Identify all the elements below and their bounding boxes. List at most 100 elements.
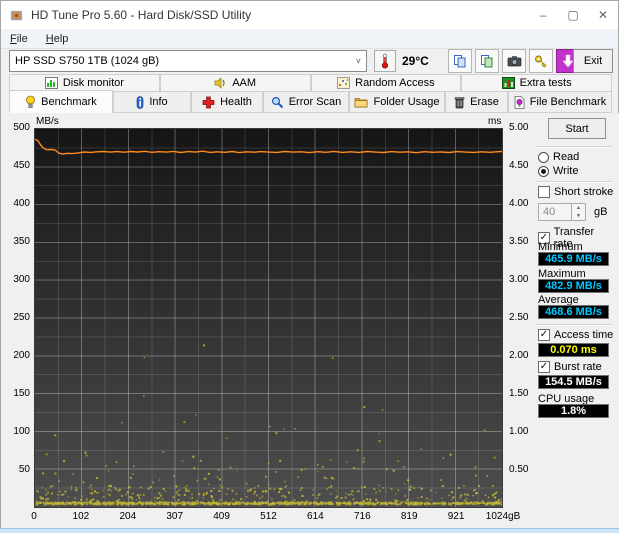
right-axis-tick: 1.50 [509,388,529,399]
tab-label: Extra tests [519,77,572,89]
benchmark-content: MB/s ms 500 450 400 350 300 250 200 150 100 50 5.… [1,113,619,529]
tab-random-access[interactable]: Random Access [310,74,462,91]
info-icon [136,95,144,109]
desktop-edge-strip [0,528,619,533]
drive-selector-dropdown[interactable]: HP SSD S750 1TB (1024 gB) ˅ [9,50,367,72]
x-axis-tick: 512 [260,511,277,522]
short-stroke-unit: gB [594,206,608,218]
x-axis-tick: 1024gB [485,511,521,522]
left-axis-tick: 150 [13,388,30,399]
window-title: HD Tune Pro 5.60 - Hard Disk/SSD Utility [31,8,252,22]
tab-file-benchmark[interactable]: File Benchmark [508,91,612,113]
tab-aam[interactable]: AAM [159,74,311,91]
tab-label: Disk monitor [62,77,124,89]
options-button[interactable] [529,49,553,73]
x-axis-tick: 921 [447,511,465,522]
tab-error-scan[interactable]: Error Scan [263,91,349,113]
spinner-down-icon: ▼ [576,213,581,219]
tab-info[interactable]: Info [113,91,191,113]
left-axis-unit: MB/s [36,116,59,127]
tab-label: Health [220,96,252,108]
checkbox-icon: ✓ [538,361,550,373]
copy-icon [453,54,467,68]
temperature-button[interactable] [374,50,396,72]
close-button[interactable]: ✕ [588,1,618,29]
tab-folder-usage[interactable]: Folder Usage [349,91,445,113]
left-axis-tick: 500 [13,122,30,133]
short-stroke-size-input[interactable]: 40 ▲ ▼ [538,203,586,221]
exit-button[interactable]: Exit [573,49,613,73]
left-axis-tick: 350 [13,236,30,247]
divider [536,181,612,183]
spinner-up-icon: ▲ [576,205,581,211]
disk-monitor-icon [44,77,58,89]
tab-extra-tests[interactable]: Extra tests [461,74,612,91]
start-button[interactable]: Start [548,118,606,139]
burst-rate-value: 154.5 MB/s [538,375,609,389]
checkbox-icon [538,186,550,198]
access-time-checkbox[interactable]: ✓ Access time [538,329,613,341]
chevron-down-icon: ˅ [355,56,361,66]
tab-health[interactable]: Health [191,91,263,113]
toolbar: HP SSD S750 1TB (1024 gB) ˅ 29°C Exit [1,49,618,75]
right-axis-unit: ms [488,116,502,127]
left-axis-tick: 50 [18,464,30,475]
menu-file[interactable]: File [1,31,37,47]
left-axis-tick: 100 [13,426,30,437]
titlebar: HD Tune Pro 5.60 - Hard Disk/SSD Utility… [1,1,618,29]
write-radio[interactable]: Write [538,165,578,177]
burst-rate-checkbox[interactable]: ✓ Burst rate [538,361,602,373]
radio-icon [538,151,549,163]
x-axis-tick: 0 [31,511,37,522]
thermometer-icon [381,53,389,69]
app-window: HD Tune Pro 5.60 - Hard Disk/SSD Utility… [0,0,619,529]
x-axis-tick: 204 [119,511,137,522]
right-axis-tick: 4.50 [509,160,529,171]
right-axis-tick: 1.00 [509,426,529,437]
random-access-icon [337,77,351,89]
copy-file-button[interactable] [475,49,499,73]
radio-icon [538,165,549,177]
right-axis-tick: 5.00 [509,122,529,133]
right-axis-tick: 2.50 [509,312,529,323]
spinner-buttons[interactable]: ▲ ▼ [571,204,585,220]
x-axis-tick: 716 [353,511,371,522]
tab-row-primary: Benchmark Info Health Error Scan Folder Usag… [9,90,612,113]
tab-label: Erase [470,96,499,108]
screenshot-button[interactable] [502,49,526,73]
benchmark-icon [25,95,36,109]
menubar: File Help [1,29,618,49]
right-axis-tick: 3.50 [509,236,529,247]
file-benchmark-icon [514,95,525,109]
right-axis-tick: 4.00 [509,198,529,209]
copy-button[interactable] [448,49,472,73]
drive-selector-value: HP SSD S750 1TB (1024 gB) [15,55,160,67]
screenshot-icon [507,55,522,67]
tab-disk-monitor[interactable]: Disk monitor [9,74,160,91]
x-axis-tick: 614 [307,511,324,522]
menu-help[interactable]: Help [37,31,78,47]
short-stroke-checkbox[interactable]: Short stroke [538,186,613,198]
x-axis-tick: 409 [213,511,230,522]
cpu-usage-value: 1.8% [538,404,609,418]
read-radio[interactable]: Read [538,151,579,163]
access-time-value: 0.070 ms [538,343,609,357]
tab-erase[interactable]: Erase [445,91,508,113]
tab-label: AAM [232,77,257,89]
tab-label: File Benchmark [529,96,607,108]
left-axis-tick: 200 [13,350,30,361]
maximize-button[interactable]: ▢ [558,1,588,29]
left-axis-tick: 400 [13,198,30,209]
right-axis-tick: 2.00 [509,350,529,361]
temperature-value: 29°C [402,54,429,68]
tab-benchmark[interactable]: Benchmark [9,90,113,113]
folder-usage-icon [354,96,368,108]
error-scan-icon [271,96,284,109]
health-icon [202,96,215,109]
minimize-button[interactable]: – [528,1,558,29]
tab-label: Info [149,96,168,108]
copy-file-icon [480,54,494,68]
x-axis-tick: 819 [400,511,418,522]
benchmark-controls-panel: Start Read Write Short stroke 40 ▲ ▼ gB ✓ [534,113,614,529]
tab-label: Error Scan [288,96,342,108]
